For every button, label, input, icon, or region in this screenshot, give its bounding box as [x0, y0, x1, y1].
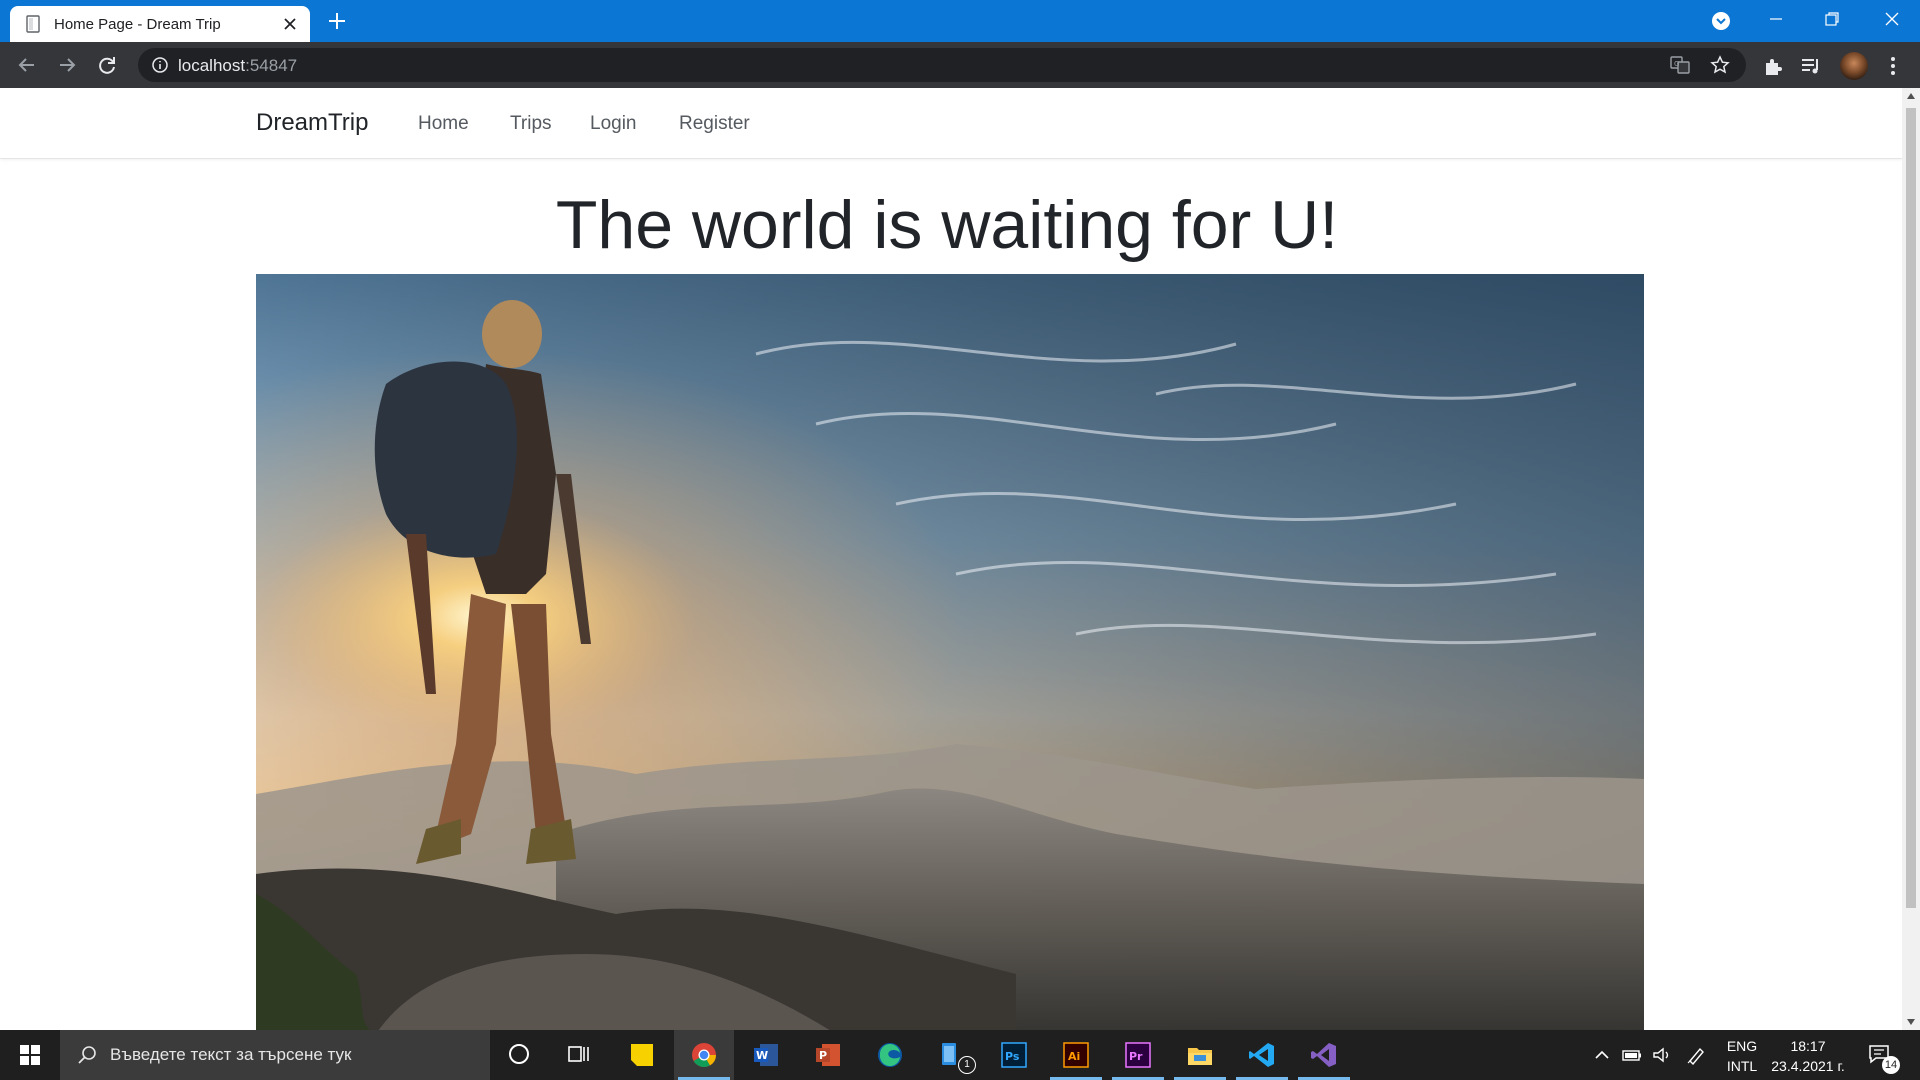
taskbar-app-word[interactable]: W [736, 1030, 796, 1080]
edge-icon [878, 1043, 902, 1067]
media-control-icon[interactable] [1800, 55, 1822, 77]
browser-toolbar: localhost:54847 G [0, 42, 1920, 88]
page-scrollbar[interactable] [1902, 88, 1920, 1030]
taskbar-app-vs-code[interactable] [1232, 1030, 1292, 1080]
svg-text:P: P [819, 1049, 827, 1062]
nav-link-register[interactable]: Register [679, 113, 750, 135]
hero-title: The world is waiting for U! [555, 187, 1339, 263]
windows-logo-icon [20, 1045, 40, 1065]
search-placeholder: Въведете текст за търсене тук [110, 1045, 352, 1064]
start-button[interactable] [0, 1030, 60, 1080]
scroll-up-arrow-icon[interactable] [1906, 92, 1916, 100]
volume-icon[interactable] [1652, 1045, 1672, 1065]
taskbar-app-edge[interactable] [860, 1030, 920, 1080]
powerpoint-icon: P [816, 1044, 840, 1066]
taskbar-app-file-explorer[interactable] [1170, 1030, 1230, 1080]
page-viewport: DreamTrip Home Trips Login Register The … [0, 88, 1902, 1030]
nav-link-trips[interactable]: Trips [510, 113, 552, 135]
premiere-icon: Pr [1125, 1042, 1151, 1068]
close-icon [1885, 12, 1899, 26]
taskbar-app-powerpoint[interactable]: P [798, 1030, 858, 1080]
vs-code-icon [1249, 1043, 1274, 1067]
browser-tab[interactable]: Home Page - Dream Trip [10, 6, 310, 42]
url-text: localhost:54847 [178, 56, 297, 76]
taskbar-app-illustrator[interactable]: Ai [1046, 1030, 1106, 1080]
chrome-icon [692, 1043, 716, 1068]
taskbar-app-sticky-notes[interactable] [612, 1030, 672, 1080]
word-icon: W [754, 1044, 778, 1066]
nav-link-login[interactable]: Login [590, 113, 637, 135]
clock-date[interactable]: 23.4.2021 г. [1766, 1058, 1850, 1074]
language-indicator-line1[interactable]: ENG [1722, 1038, 1762, 1054]
svg-text:W: W [756, 1049, 768, 1062]
svg-text:Pr: Pr [1129, 1050, 1143, 1063]
hero-image [256, 274, 1644, 1030]
files-badge: 1 [958, 1056, 976, 1074]
restore-icon [1825, 12, 1839, 26]
folder-icon [1188, 1048, 1212, 1065]
task-view-icon [568, 1046, 589, 1062]
site-navbar: DreamTrip Home Trips Login Register [0, 88, 1902, 159]
language-indicator-line2[interactable]: INTL [1722, 1058, 1762, 1074]
url-host: localhost [178, 56, 246, 75]
task-view-button[interactable] [550, 1030, 610, 1080]
taskbar-app-files[interactable]: 1 [922, 1030, 982, 1080]
browser-tab-strip: Home Page - Dream Trip [0, 0, 1920, 42]
chrome-menu-icon[interactable] [1882, 55, 1904, 77]
visual-studio-icon [1311, 1043, 1336, 1067]
site-info-icon[interactable] [152, 57, 168, 73]
clock-time[interactable]: 18:17 [1766, 1038, 1850, 1054]
taskbar-app-premiere[interactable]: Pr [1108, 1030, 1168, 1080]
reload-icon[interactable] [96, 54, 118, 76]
cortana-circle-icon [509, 1044, 529, 1064]
cortana-button[interactable] [490, 1030, 550, 1080]
taskbar-app-chrome[interactable] [674, 1030, 734, 1080]
page-icon [26, 15, 40, 33]
restore-button[interactable] [1804, 0, 1860, 40]
notification-count-badge: 14 [1882, 1056, 1900, 1074]
scroll-thumb[interactable] [1906, 108, 1916, 908]
svg-text:Ai: Ai [1068, 1050, 1080, 1063]
scroll-down-arrow-icon[interactable] [1906, 1018, 1916, 1026]
battery-icon[interactable] [1622, 1045, 1642, 1065]
illustrator-icon: Ai [1063, 1042, 1089, 1068]
tab-title: Home Page - Dream Trip [54, 16, 221, 33]
address-bar[interactable]: localhost:54847 G [138, 48, 1746, 82]
taskbar-app-photoshop[interactable]: Ps [984, 1030, 1044, 1080]
svg-text:G: G [1674, 60, 1679, 68]
close-window-button[interactable] [1864, 0, 1920, 40]
nav-link-home[interactable]: Home [418, 113, 469, 135]
url-port: :54847 [245, 56, 298, 75]
translate-icon[interactable]: G [1670, 55, 1690, 75]
pen-ink-icon[interactable] [1686, 1045, 1706, 1065]
hiker-sunset-photo [256, 274, 1644, 1030]
tab-search-icon[interactable] [1710, 10, 1732, 32]
taskbar-search-box[interactable]: Въведете текст за търсене тук [60, 1030, 490, 1080]
taskbar-app-visual-studio[interactable] [1294, 1030, 1354, 1080]
show-hidden-icons-chevron-icon[interactable] [1592, 1045, 1612, 1065]
minimize-icon [1770, 18, 1782, 20]
forward-arrow-icon[interactable] [56, 54, 78, 76]
minimize-button[interactable] [1748, 0, 1804, 40]
bookmark-star-icon[interactable] [1710, 55, 1730, 75]
profile-avatar[interactable] [1840, 52, 1868, 80]
brand-link[interactable]: DreamTrip [256, 109, 368, 137]
new-tab-icon[interactable] [326, 10, 348, 32]
windows-taskbar: Въведете текст за търсене тук W P 1 Ps A… [0, 1030, 1920, 1080]
extensions-puzzle-icon[interactable] [1762, 55, 1784, 77]
svg-text:Ps: Ps [1005, 1050, 1020, 1063]
photoshop-icon: Ps [1001, 1042, 1027, 1068]
search-icon [78, 1046, 96, 1064]
close-tab-icon[interactable] [280, 14, 300, 34]
back-arrow-icon[interactable] [16, 54, 38, 76]
sticky-notes-icon [631, 1044, 653, 1066]
